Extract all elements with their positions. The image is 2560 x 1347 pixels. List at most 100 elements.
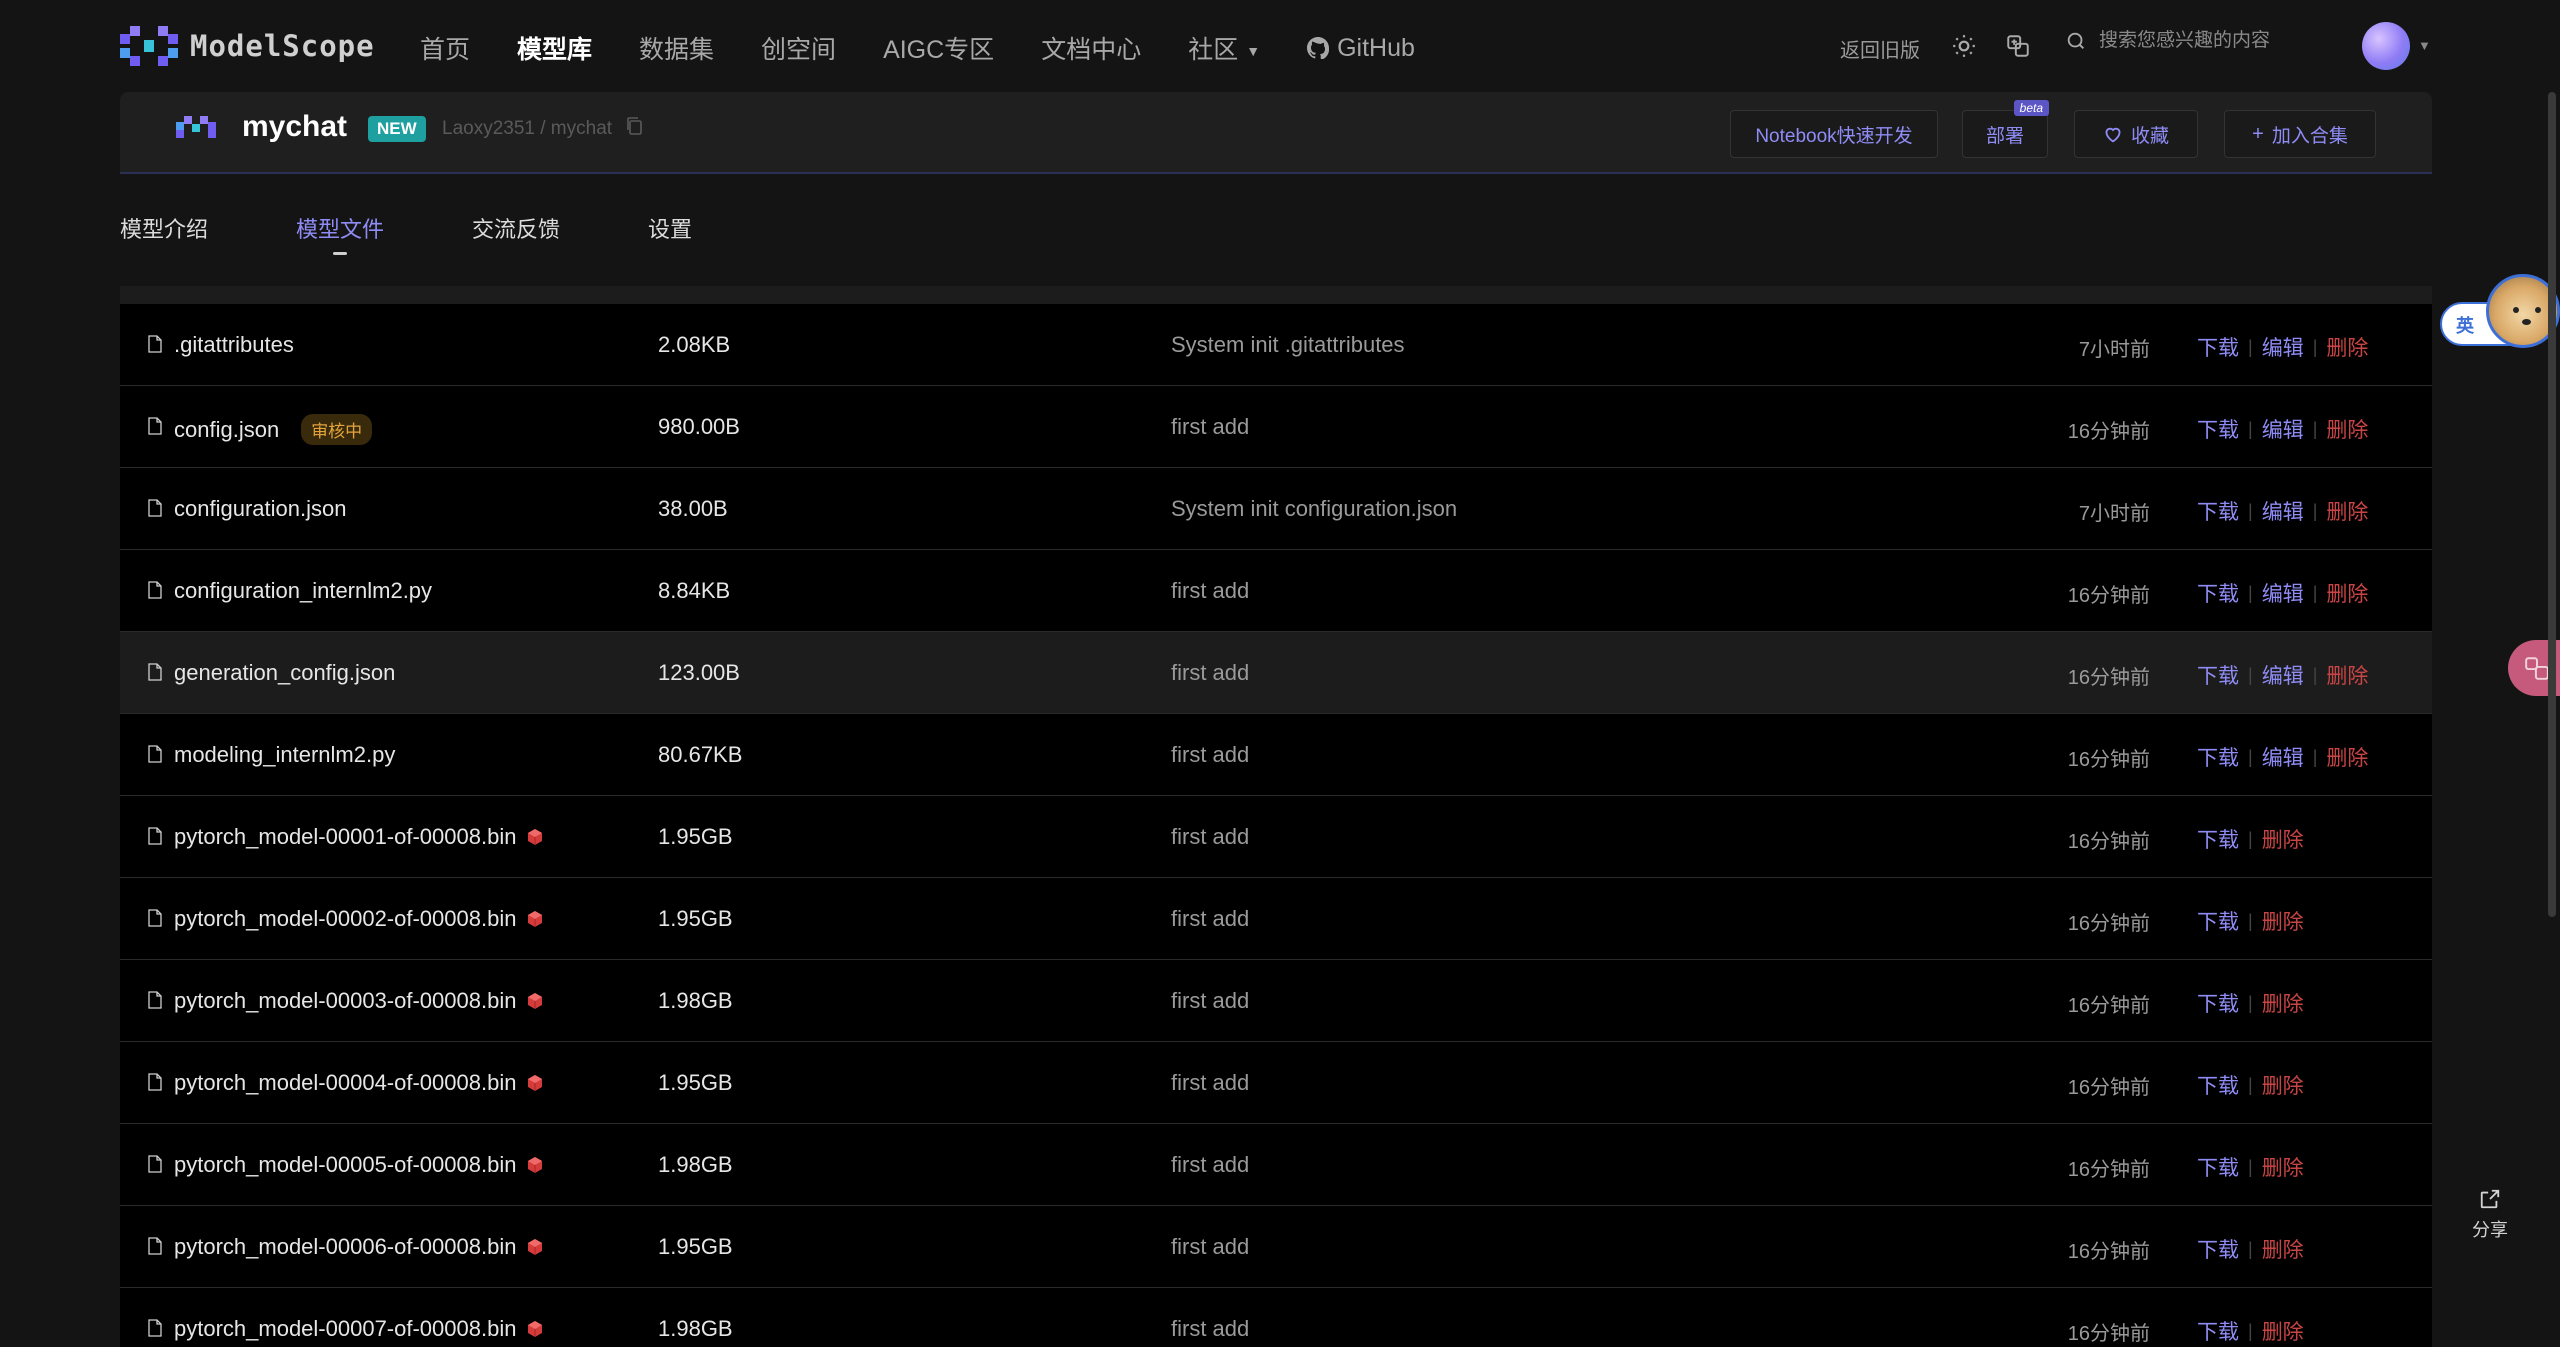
download-link[interactable]: 下载 (2197, 1316, 2239, 1346)
search-input[interactable] (2099, 30, 2319, 52)
deploy-button[interactable]: 部署 beta (1962, 100, 2049, 158)
file-row[interactable]: configuration.json 38.00B System init conf… (120, 468, 2432, 550)
file-name[interactable]: generation_config.json (174, 660, 395, 686)
file-name[interactable]: pytorch_model-00004-of-00008.bin (174, 1070, 516, 1096)
action-separator: | (2248, 992, 2253, 1013)
share-label: 分享 (2472, 1220, 2508, 1240)
delete-link[interactable]: 删除 (2326, 578, 2368, 608)
file-row[interactable]: pytorch_model-00005-of-00008.bin 1.98GB fi… (120, 1124, 2432, 1206)
copy-icon[interactable] (625, 116, 643, 136)
tab-settings[interactable]: 设置 (648, 212, 692, 244)
file-row[interactable]: generation_config.json 123.00B first add 16… (120, 632, 2432, 714)
delete-link[interactable]: 删除 (2262, 906, 2304, 936)
edit-link[interactable]: 编辑 (2262, 496, 2304, 526)
file-name[interactable]: modeling_internlm2.py (174, 742, 395, 768)
search-box[interactable] (2065, 30, 2319, 52)
delete-link[interactable]: 删除 (2262, 1234, 2304, 1264)
delete-link[interactable]: 删除 (2326, 332, 2368, 362)
old-version-link[interactable]: 返回旧版 (1840, 34, 1920, 63)
action-separator: | (2248, 1074, 2253, 1095)
file-name-cell: pytorch_model-00006-of-00008.bin (174, 1234, 544, 1260)
edit-link[interactable]: 编辑 (2262, 742, 2304, 772)
delete-link[interactable]: 删除 (2262, 988, 2304, 1018)
file-name[interactable]: pytorch_model-00003-of-00008.bin (174, 988, 516, 1014)
user-avatar[interactable] (2362, 22, 2410, 70)
file-name[interactable]: configuration.json (174, 496, 346, 522)
file-row[interactable]: pytorch_model-00001-of-00008.bin 1.95GB fi… (120, 796, 2432, 878)
file-name[interactable]: config.json (174, 417, 279, 443)
file-row[interactable]: pytorch_model-00004-of-00008.bin 1.95GB fi… (120, 1042, 2432, 1124)
updated-time: 16分钟前 (2067, 749, 2150, 771)
file-name[interactable]: pytorch_model-00002-of-00008.bin (174, 906, 516, 932)
tab-intro[interactable]: 模型介绍 (120, 212, 208, 244)
file-name[interactable]: pytorch_model-00005-of-00008.bin (174, 1152, 516, 1178)
delete-link[interactable]: 删除 (2326, 414, 2368, 444)
delete-link[interactable]: 删除 (2262, 1316, 2304, 1346)
download-link[interactable]: 下载 (2197, 1152, 2239, 1182)
file-row[interactable]: config.json 审核中 980.00B first add 16分钟前 下载 | 编辑… (120, 386, 2432, 468)
nav-item-home[interactable]: 首页 (420, 30, 470, 66)
edit-link[interactable]: 编辑 (2262, 332, 2304, 362)
nav-item-studios[interactable]: 创空间 (761, 30, 836, 66)
download-link[interactable]: 下载 (2197, 414, 2239, 444)
share-button[interactable]: 分享 (2462, 1188, 2518, 1258)
file-row[interactable]: pytorch_model-00002-of-00008.bin 1.95GB fi… (120, 878, 2432, 960)
edit-link[interactable]: 编辑 (2262, 578, 2304, 608)
nav-item-models[interactable]: 模型库 (517, 30, 592, 66)
modelscope-logo[interactable]: ModelScope (120, 26, 375, 66)
file-name[interactable]: .gitattributes (174, 332, 294, 358)
download-link[interactable]: 下载 (2197, 496, 2239, 526)
tab-feedback[interactable]: 交流反馈 (472, 212, 560, 244)
delete-link[interactable]: 删除 (2326, 496, 2368, 526)
nav-item-aigc[interactable]: AIGC专区 (883, 30, 994, 66)
delete-link[interactable]: 删除 (2262, 824, 2304, 854)
file-size: 1.95GB (658, 1070, 733, 1095)
file-name-cell: config.json 审核中 (174, 414, 373, 445)
file-size: 80.67KB (658, 742, 743, 767)
language-switch-icon[interactable] (2002, 30, 2034, 62)
updated-time: 7小时前 (2078, 503, 2150, 525)
download-link[interactable]: 下载 (2197, 660, 2239, 690)
download-link[interactable]: 下载 (2197, 1070, 2239, 1100)
file-row[interactable]: pytorch_model-00003-of-00008.bin 1.98GB fi… (120, 960, 2432, 1042)
file-name[interactable]: pytorch_model-00007-of-00008.bin (174, 1316, 516, 1342)
file-icon (148, 499, 162, 517)
commit-message: first add (1171, 1152, 1250, 1177)
logo-text: ModelScope (190, 29, 375, 63)
nav-item-community[interactable]: 社区 ▼ (1188, 30, 1260, 66)
nav-item-github[interactable]: GitHub (1307, 34, 1415, 63)
download-link[interactable]: 下载 (2197, 906, 2239, 936)
model-path[interactable]: Laoxy2351 / mychat (442, 118, 612, 140)
delete-link[interactable]: 删除 (2262, 1152, 2304, 1182)
file-name[interactable]: pytorch_model-00001-of-00008.bin (174, 824, 516, 850)
download-link[interactable]: 下载 (2197, 578, 2239, 608)
download-link[interactable]: 下载 (2197, 988, 2239, 1018)
download-link[interactable]: 下载 (2197, 332, 2239, 362)
file-row[interactable]: modeling_internlm2.py 80.67KB first add 16分… (120, 714, 2432, 796)
delete-link[interactable]: 删除 (2326, 660, 2368, 690)
delete-link[interactable]: 删除 (2326, 742, 2368, 772)
tab-files[interactable]: 模型文件 (296, 212, 384, 255)
file-row[interactable]: .gitattributes 2.08KB System init .gitattr… (120, 304, 2432, 386)
file-name[interactable]: configuration_internlm2.py (174, 578, 432, 604)
download-link[interactable]: 下载 (2197, 1234, 2239, 1264)
theme-toggle-sun-icon[interactable] (1948, 30, 1980, 62)
delete-link[interactable]: 删除 (2262, 1070, 2304, 1100)
download-link[interactable]: 下载 (2197, 824, 2239, 854)
action-separator: | (2248, 418, 2253, 439)
nav-item-datasets[interactable]: 数据集 (639, 30, 714, 66)
edit-link[interactable]: 编辑 (2262, 414, 2304, 444)
download-link[interactable]: 下载 (2197, 742, 2239, 772)
favorite-button[interactable]: 收藏 (2074, 110, 2198, 158)
add-collection-button[interactable]: + 加入合集 (2224, 110, 2376, 158)
edit-link[interactable]: 编辑 (2262, 660, 2304, 690)
notebook-button[interactable]: Notebook快速开发 (1730, 110, 1938, 158)
file-name[interactable]: pytorch_model-00006-of-00008.bin (174, 1234, 516, 1260)
nav-item-docs[interactable]: 文档中心 (1041, 30, 1141, 66)
page-scrollbar[interactable] (2548, 92, 2556, 917)
avatar-caret-down-icon[interactable]: ▼ (2418, 38, 2431, 53)
file-size: 8.84KB (658, 578, 731, 603)
file-row[interactable]: configuration_internlm2.py 8.84KB first ad… (120, 550, 2432, 632)
file-row[interactable]: pytorch_model-00007-of-00008.bin 1.98GB fi… (120, 1288, 2432, 1347)
file-row[interactable]: pytorch_model-00006-of-00008.bin 1.95GB fi… (120, 1206, 2432, 1288)
